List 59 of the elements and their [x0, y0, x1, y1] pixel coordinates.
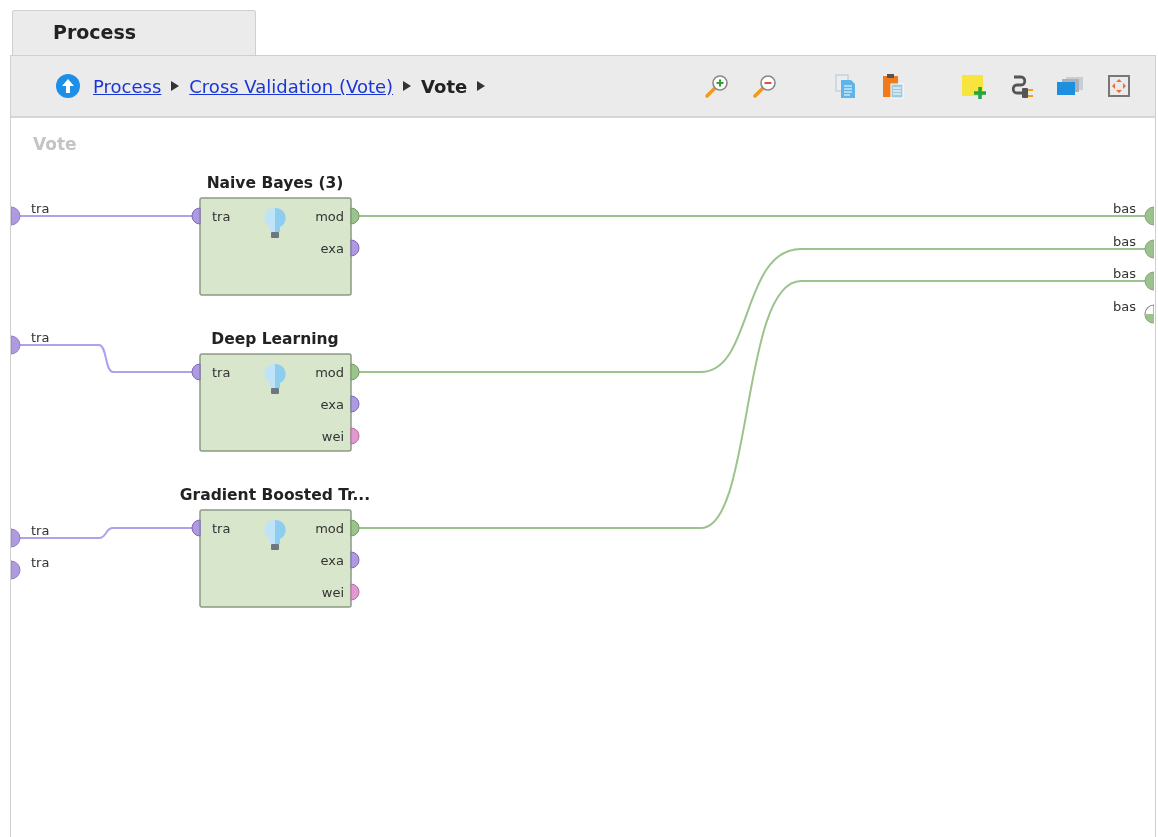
canvas-title: Vote	[33, 134, 77, 154]
output-port[interactable]	[1144, 304, 1154, 324]
operator-box[interactable]	[199, 197, 352, 296]
port-label: exa	[320, 553, 344, 568]
output-port[interactable]	[350, 363, 360, 381]
port-label: tra	[31, 523, 50, 538]
lightbulb-icon	[264, 208, 286, 238]
operator-box[interactable]	[199, 353, 352, 452]
input-port[interactable]	[191, 207, 201, 225]
port-label: bas	[1113, 266, 1136, 281]
output-port[interactable]	[1144, 206, 1154, 226]
fit-frame-icon[interactable]	[1105, 72, 1133, 100]
zoom-in-icon[interactable]	[703, 72, 731, 100]
operator-title: Gradient Boosted Tr...	[179, 486, 371, 504]
operator-title: Deep Learning	[211, 330, 339, 348]
port-label: tra	[31, 201, 50, 216]
process-tab[interactable]: Process	[12, 10, 256, 55]
triangle-icon	[171, 81, 180, 91]
operator-box[interactable]	[199, 509, 352, 608]
zoom-out-icon[interactable]	[751, 72, 779, 100]
port-label: wei	[321, 585, 344, 600]
output-port[interactable]	[350, 519, 360, 537]
port-label: mod	[315, 365, 344, 380]
port-label: exa	[320, 241, 344, 256]
lightbulb-icon	[264, 520, 286, 550]
input-port[interactable]	[11, 560, 21, 580]
port-label: tra	[212, 365, 231, 380]
input-port[interactable]	[191, 519, 201, 537]
output-port[interactable]	[1144, 271, 1154, 291]
port-label: bas	[1113, 234, 1136, 249]
port-label: bas	[1113, 201, 1136, 216]
port-label: exa	[320, 397, 344, 412]
port-label: tra	[212, 521, 231, 536]
input-port[interactable]	[11, 528, 21, 548]
input-port[interactable]	[11, 335, 21, 355]
operator-title: Naive Bayes (3)	[206, 174, 344, 192]
port-label: tra	[31, 330, 50, 345]
port-label: tra	[31, 555, 50, 570]
port-label: wei	[321, 429, 344, 444]
add-note-icon[interactable]	[959, 72, 987, 100]
breadcrumb-current: Vote	[421, 75, 468, 97]
port-label: bas	[1113, 299, 1136, 314]
breadcrumb-link[interactable]: Cross Validation (Vote)	[189, 75, 394, 97]
output-port[interactable]	[1144, 239, 1154, 259]
triangle-icon	[403, 81, 412, 91]
port-label: mod	[315, 521, 344, 536]
output-port[interactable]	[350, 551, 360, 569]
output-port[interactable]	[350, 207, 360, 225]
port-label: tra	[212, 209, 231, 224]
output-port[interactable]	[350, 583, 360, 601]
port-label: mod	[315, 209, 344, 224]
input-port[interactable]	[191, 363, 201, 381]
input-port[interactable]	[11, 206, 21, 226]
output-port[interactable]	[350, 239, 360, 257]
lightbulb-icon	[264, 364, 286, 394]
output-port[interactable]	[350, 427, 360, 445]
breadcrumb-link[interactable]: Process	[93, 75, 162, 97]
output-port[interactable]	[350, 395, 360, 413]
triangle-icon	[477, 81, 486, 91]
